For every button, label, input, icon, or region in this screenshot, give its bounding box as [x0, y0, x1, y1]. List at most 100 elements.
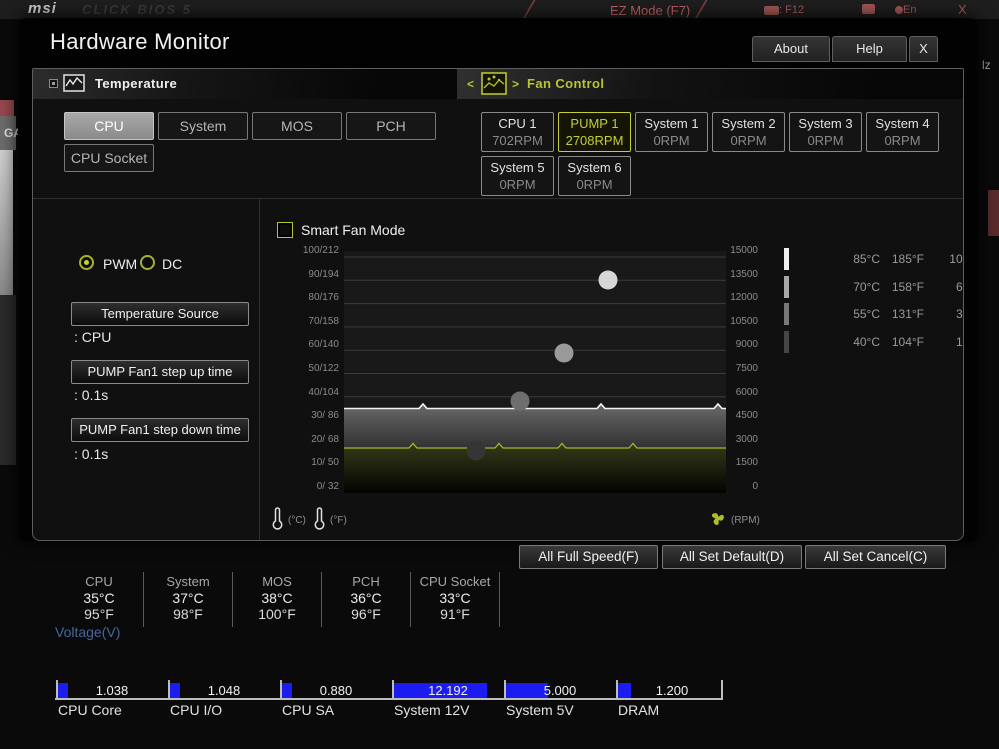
fan-point-duty: 100%: [949, 252, 963, 266]
temp-readout-cpu: CPU 35°C 95°F: [55, 572, 144, 627]
dc-label: DC: [162, 256, 183, 272]
fan-button-system-1[interactable]: System 1 0RPM: [635, 112, 708, 152]
sensor-name: System: [166, 574, 210, 589]
smart-fan-mode-checkbox[interactable]: [277, 222, 293, 238]
smart-fan-mode-label: Smart Fan Mode: [301, 222, 406, 238]
fan-button-system-5[interactable]: System 5 0RPM: [481, 156, 554, 196]
temp-axis-tick: 0/ 32: [316, 480, 339, 492]
fan-rpm-value: 0RPM: [807, 133, 844, 148]
voltage-label: DRAM: [618, 702, 660, 718]
all-set-default-button[interactable]: All Set Default(D): [662, 545, 802, 569]
tab-cpu-socket[interactable]: CPU Socket: [64, 144, 154, 172]
sensor-name: PCH: [352, 574, 380, 589]
temp-axis-tick: 90/194: [308, 268, 339, 280]
background-left-panel-edge: [0, 150, 13, 295]
sensor-fahrenheit: 98°F: [173, 606, 203, 622]
fan-point-fahrenheit: 131°F: [891, 307, 924, 322]
voltage-label: CPU I/O: [170, 702, 223, 718]
fan-name: PUMP 1: [570, 116, 619, 131]
sensor-celsius: 33°C: [439, 590, 471, 606]
rpm-axis-tick: 6000: [735, 386, 758, 398]
fan-rpm-value: 0RPM: [499, 177, 536, 192]
step-up-time-button[interactable]: PUMP Fan1 step up time: [71, 360, 249, 384]
fan-curve-point[interactable]: [510, 391, 530, 411]
temp-readout-pch: PCH 36°C 96°F: [322, 572, 411, 627]
fan-button-system-2[interactable]: System 2 0RPM: [712, 112, 785, 152]
voltage-value: 1.200: [655, 683, 689, 698]
thermometer-celsius-icon: [272, 507, 283, 530]
fan-point-slider[interactable]: [784, 303, 789, 326]
tab-cpu[interactable]: CPU: [64, 112, 154, 140]
fan-name: System 6: [567, 160, 622, 175]
language-button[interactable]: En: [895, 4, 916, 16]
temp-axis-tick: 40/104: [308, 386, 339, 398]
about-button[interactable]: About: [752, 36, 830, 62]
fan-point-slider[interactable]: [784, 275, 789, 298]
tab-mos[interactable]: MOS: [252, 112, 342, 140]
rpm-axis-tick: 0: [752, 480, 758, 492]
ez-mode-button[interactable]: EZ Mode (F7): [610, 3, 690, 18]
voltage-tick: [280, 680, 282, 698]
tab-system[interactable]: System: [158, 112, 248, 140]
fan-point-slider[interactable]: [784, 248, 789, 270]
fan-button-cpu-1[interactable]: CPU 1 702RPM: [481, 112, 554, 152]
rpm-axis-tick: 9000: [735, 339, 758, 351]
sensor-fahrenheit: 100°F: [258, 606, 296, 622]
fan-point-duty: 13%: [955, 335, 963, 350]
help-button[interactable]: Help: [832, 36, 907, 62]
fan-button-pump-1[interactable]: PUMP 1 2708RPM: [558, 112, 631, 152]
voltage-tick: [504, 680, 506, 698]
display-icon[interactable]: [862, 4, 875, 14]
voltage-label: CPU Core: [58, 702, 122, 718]
tab-pch[interactable]: PCH: [346, 112, 436, 140]
fan-point-slider[interactable]: [784, 331, 789, 354]
fan-curve-point[interactable]: [466, 441, 486, 461]
step-down-time-value: : 0.1s: [74, 446, 109, 462]
bios-close-button[interactable]: X: [958, 2, 967, 17]
fan-point-row: 70°C 158°F 63%: [784, 275, 963, 299]
temp-readout-mos: MOS 38°C 100°F: [233, 572, 322, 627]
dc-radio[interactable]: [140, 255, 155, 270]
camera-icon: [764, 5, 779, 15]
all-full-speed-button[interactable]: All Full Speed(F): [519, 545, 658, 569]
sensor-celsius: 38°C: [261, 590, 293, 606]
fan-button-system-6[interactable]: System 6 0RPM: [558, 156, 631, 196]
fan-point-celsius: 85°C: [853, 252, 880, 266]
fan-button-system-4[interactable]: System 4 0RPM: [866, 112, 939, 152]
fan-name: System 5: [490, 160, 545, 175]
fan-point-celsius: 40°C: [853, 335, 880, 350]
voltage-axis-end-tick: [721, 680, 723, 698]
fan-next-arrow[interactable]: >: [512, 77, 519, 91]
temp-axis-tick: 10/ 50: [311, 457, 339, 469]
fan-button-system-3[interactable]: System 3 0RPM: [789, 112, 862, 152]
voltage-value: 5.000: [543, 683, 577, 698]
fan-point-fahrenheit: 104°F: [891, 335, 924, 350]
temperature-tabs: CPU System MOS PCH CPU Socket: [64, 112, 443, 172]
rpm-legend-label: (RPM): [731, 515, 760, 526]
fan-curve-point[interactable]: [598, 270, 618, 290]
fan-curve-point[interactable]: [554, 343, 574, 363]
background-left-dark-edge: [0, 295, 16, 465]
voltage-tick: [56, 680, 58, 698]
temperature-header: Temperature: [33, 69, 457, 99]
fan-point-fahrenheit: 185°F: [891, 252, 924, 266]
screenshot-hotkey[interactable]: : F12: [764, 4, 804, 16]
screen: msi CLICK BIOS 5 EZ Mode (F7) : F12 En X…: [0, 0, 999, 749]
step-down-time-button[interactable]: PUMP Fan1 step down time: [71, 418, 249, 442]
pwm-radio[interactable]: [79, 255, 94, 270]
dialog-title: Hardware Monitor: [50, 29, 230, 54]
fan-rpm-value: 0RPM: [730, 133, 767, 148]
sensor-name: CPU Socket: [419, 574, 491, 589]
temperature-source-button[interactable]: Temperature Source: [71, 302, 249, 326]
collapse-icon[interactable]: [49, 79, 58, 88]
fan-legend-icon: [711, 513, 724, 526]
temp-axis-tick: 30/ 86: [311, 410, 339, 422]
fan-point-duty: 63%: [955, 279, 963, 294]
fan-prev-arrow[interactable]: <: [467, 77, 474, 91]
dialog-content: Temperature < > Fan Control CPU System MOS…: [32, 68, 964, 541]
all-set-cancel-button[interactable]: All Set Cancel(C): [805, 545, 946, 569]
fan-rpm-value: 0RPM: [653, 133, 690, 148]
fan-rpm-value: 0RPM: [576, 177, 613, 192]
celsius-legend-label: (°C): [288, 515, 306, 526]
dialog-close-button[interactable]: X: [909, 36, 938, 62]
